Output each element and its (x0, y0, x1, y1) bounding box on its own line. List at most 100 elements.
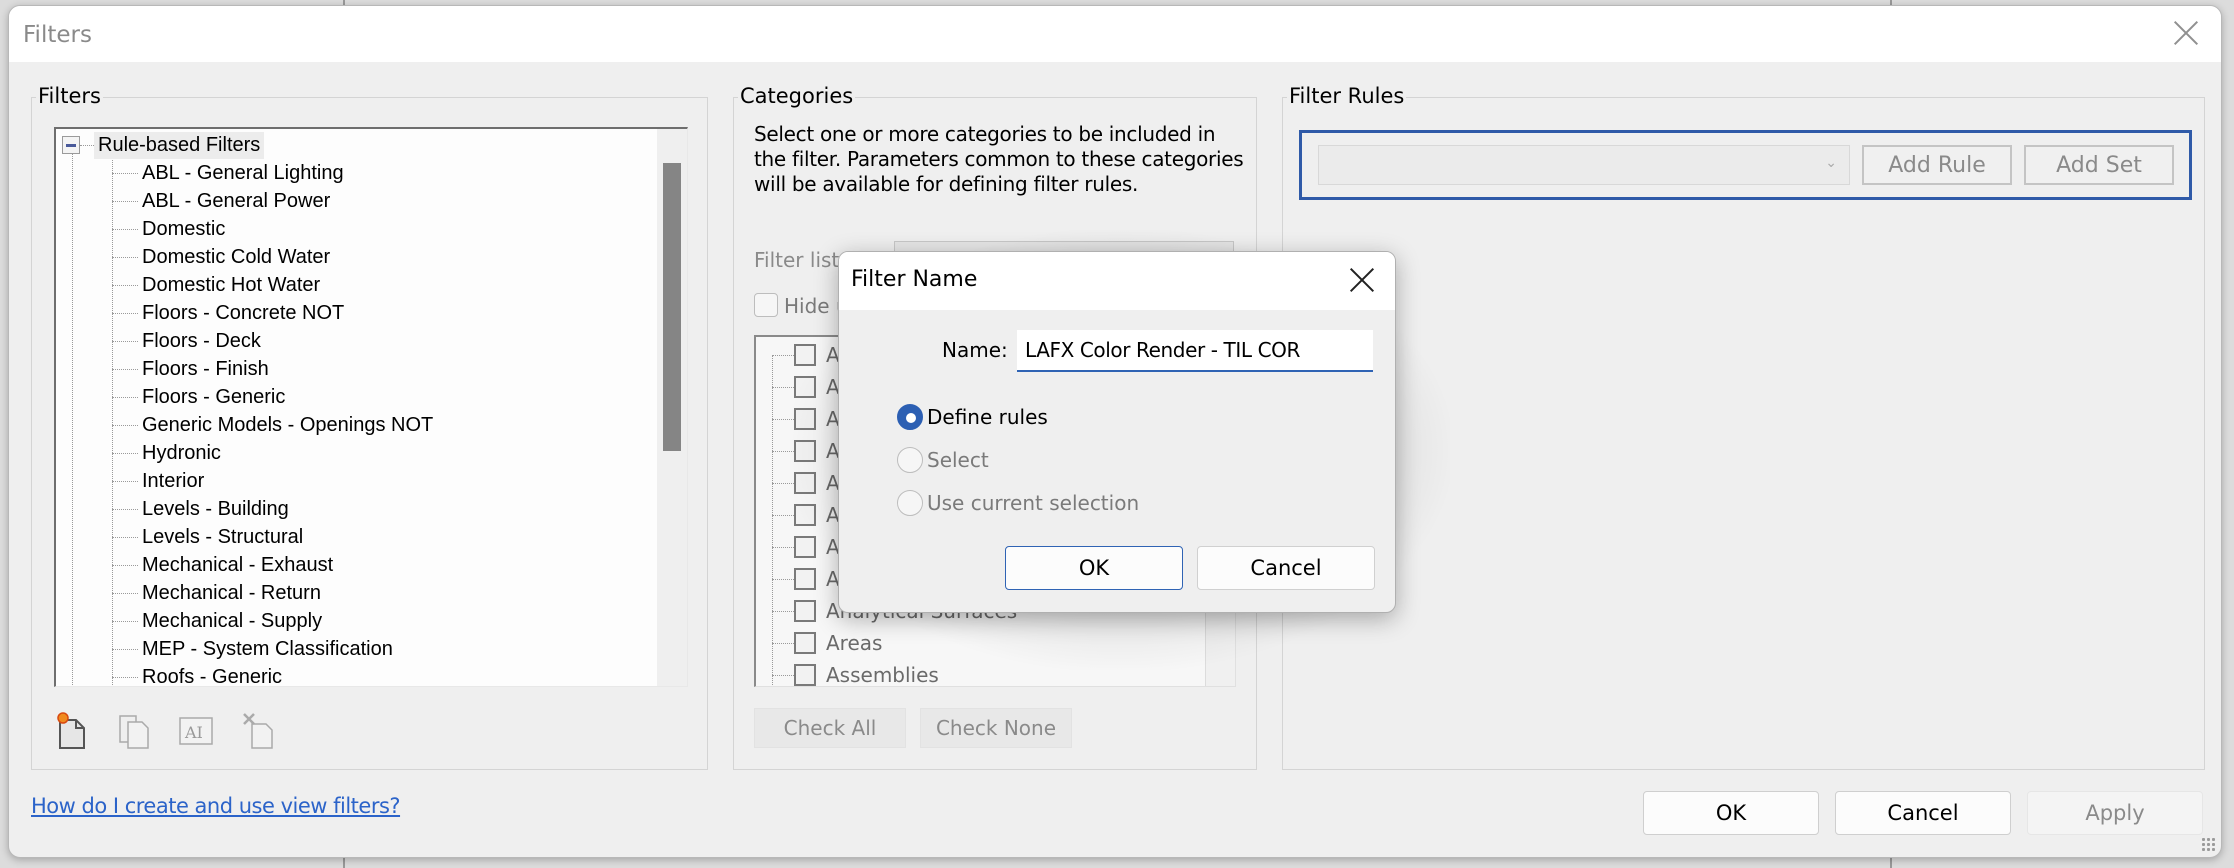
category-checkbox[interactable] (794, 504, 816, 526)
category-item[interactable]: A (772, 499, 840, 531)
tree-item[interactable]: Domestic (112, 215, 433, 243)
tree-item-label: MEP - System Classification (142, 637, 393, 660)
tree-item[interactable]: Interior (112, 467, 433, 495)
chevron-down-icon: ⌄ (1825, 154, 1837, 170)
ok-button[interactable]: OK (1643, 791, 1819, 835)
collapse-icon[interactable] (62, 136, 80, 154)
hide-unchecked-checkbox[interactable] (754, 293, 778, 317)
category-checkbox[interactable] (794, 472, 816, 494)
tree-item-label: Floors - Concrete NOT (142, 301, 345, 324)
filters-toolbar: AI (54, 710, 276, 750)
categories-group-label: Categories (738, 84, 856, 108)
tree-connector (772, 386, 794, 388)
modal-cancel-button[interactable]: Cancel (1197, 546, 1375, 590)
radio-button[interactable] (897, 490, 923, 516)
tree-item-label: Roofs - Generic (142, 665, 283, 687)
filter-name-dialog: Filter Name Name: Define rules Select Us… (838, 251, 1396, 613)
filter-list-label: Filter list: (754, 248, 847, 272)
filters-group: Filters Rule-based Filters ABL - General… (31, 84, 708, 770)
tree-item[interactable]: Floors - Generic (112, 383, 433, 411)
category-checkbox[interactable] (794, 440, 816, 462)
filter-rules-group-label: Filter Rules (1287, 84, 1407, 108)
apply-button[interactable]: Apply (2027, 791, 2203, 835)
help-link[interactable]: How do I create and use view filters? (31, 794, 401, 818)
tree-item-label: Levels - Building (142, 497, 289, 520)
tree-item-label: Domestic Cold Water (142, 245, 331, 268)
check-all-button[interactable]: Check All (754, 708, 906, 748)
category-item[interactable]: A (772, 563, 840, 595)
tree-scrollbar[interactable] (657, 129, 687, 686)
tree-item[interactable]: Mechanical - Exhaust (112, 551, 433, 579)
radio-define-rules[interactable]: Define rules (897, 404, 1048, 430)
add-set-button[interactable]: Add Set (2024, 145, 2174, 185)
tree-connector (112, 284, 138, 286)
category-item[interactable]: A (772, 371, 840, 403)
filter-name-input[interactable] (1017, 330, 1373, 372)
category-item[interactable]: A (772, 403, 840, 435)
category-checkbox[interactable] (794, 536, 816, 558)
delete-filter-button[interactable] (240, 710, 276, 750)
tree-item-label: Mechanical - Supply (142, 609, 323, 632)
category-checkbox[interactable] (794, 664, 816, 686)
radio-select[interactable]: Select (897, 447, 989, 473)
tree-item[interactable]: Domestic Hot Water (112, 271, 433, 299)
duplicate-filter-button[interactable] (116, 710, 152, 750)
tree-connector (772, 610, 794, 612)
categories-description: Select one or more categories to be incl… (754, 122, 1244, 196)
tree-item[interactable]: MEP - System Classification (112, 635, 433, 663)
tree-item[interactable]: ABL - General Power (112, 187, 433, 215)
check-none-button[interactable]: Check None (920, 708, 1072, 748)
tree-item[interactable]: Hydronic (112, 439, 433, 467)
radio-label: Use current selection (927, 491, 1140, 515)
tree-connector (772, 450, 794, 452)
radio-button[interactable] (897, 404, 923, 430)
tree-item-label: Floors - Deck (142, 329, 261, 352)
new-filter-button[interactable] (54, 710, 90, 750)
tree-item-label: Hydronic (142, 441, 221, 464)
category-checkbox[interactable] (794, 376, 816, 398)
category-item[interactable]: A (772, 435, 840, 467)
add-rule-button[interactable]: Add Rule (1862, 145, 2012, 185)
tree-root-rule-based-filters[interactable]: Rule-based Filters (62, 131, 265, 159)
tree-item[interactable]: Floors - Deck (112, 327, 433, 355)
tree-item[interactable]: Levels - Structural (112, 523, 433, 551)
category-item[interactable]: A (772, 339, 840, 371)
close-icon[interactable] (2173, 20, 2199, 46)
category-checkbox[interactable] (794, 632, 816, 654)
category-checkbox[interactable] (794, 568, 816, 590)
tree-connector (112, 676, 138, 678)
category-label: Areas (826, 631, 883, 655)
tree-item[interactable]: Domestic Cold Water (112, 243, 433, 271)
category-item[interactable]: A (772, 467, 840, 499)
resize-grip-icon[interactable] (2201, 837, 2215, 851)
category-item[interactable]: A (772, 531, 840, 563)
rule-parameter-select[interactable]: ⌄ (1318, 145, 1850, 185)
tree-scrollbar-thumb[interactable] (663, 163, 681, 451)
tree-item[interactable]: Generic Models - Openings NOT (112, 411, 433, 439)
tree-item[interactable]: Mechanical - Return (112, 579, 433, 607)
radio-use-current-selection[interactable]: Use current selection (897, 490, 1139, 516)
tree-connector (112, 508, 138, 510)
tree-item[interactable]: ABL - General Lighting (112, 159, 433, 187)
category-checkbox[interactable] (794, 600, 816, 622)
delete-icon (243, 713, 273, 749)
category-checkbox[interactable] (794, 408, 816, 430)
tree-item[interactable]: Floors - Finish (112, 355, 433, 383)
close-icon[interactable] (1349, 267, 1375, 293)
modal-ok-button[interactable]: OK (1005, 546, 1183, 590)
tree-item[interactable]: Floors - Concrete NOT (112, 299, 433, 327)
cancel-button[interactable]: Cancel (1835, 791, 2011, 835)
category-checkbox[interactable] (794, 344, 816, 366)
radio-button[interactable] (897, 447, 923, 473)
tree-item[interactable]: Mechanical - Supply (112, 607, 433, 635)
rename-filter-button[interactable]: AI (178, 710, 214, 750)
filters-tree[interactable]: Rule-based Filters ABL - General Lightin… (54, 127, 688, 687)
category-item[interactable]: Areas (772, 627, 882, 659)
tree-item[interactable]: Roofs - Generic (112, 663, 433, 687)
title-bar: Filters (9, 6, 2221, 62)
category-item[interactable]: Assemblies (772, 659, 939, 686)
tree-connector (112, 172, 138, 174)
tree-item-label: ABL - General Power (142, 189, 331, 212)
tree-connector (772, 354, 794, 356)
tree-item[interactable]: Levels - Building (112, 495, 433, 523)
